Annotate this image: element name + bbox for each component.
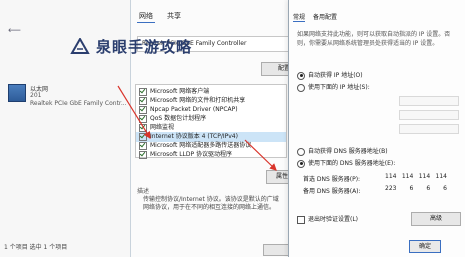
connection-items-list: Microsoft 网络客户端 Microsoft 网络的文件和打印机共享 Np… (135, 84, 287, 160)
checkbox-icon[interactable] (139, 96, 147, 105)
ip-address-field[interactable] (399, 96, 459, 106)
tab-sharing[interactable]: 共享 (165, 10, 183, 23)
ipv4-intro-text: 如果网络支持此功能，则可以获取自动指派的 IP 设置。否则，你需要从网络系统管理… (297, 31, 451, 47)
back-arrow-icon[interactable]: ⟵ (8, 26, 21, 36)
preferred-dns-label: 首选 DNS 服务器(P): (303, 176, 361, 183)
checkbox-icon[interactable] (139, 132, 147, 141)
validate-on-exit-checkbox[interactable]: 退出时验证设置(L) (297, 214, 358, 224)
network-adapter-icon[interactable] (8, 84, 26, 102)
ipv4-tabs: 常规 备用配置 (293, 12, 337, 22)
default-gateway-field[interactable] (399, 124, 459, 134)
properties-tabs: 网络 共享 (137, 10, 183, 23)
ok-button[interactable]: 确定 (409, 240, 441, 253)
auto-dns-radio[interactable]: 自动获得 DNS 服务器地址(B) (297, 146, 388, 156)
checkbox-icon[interactable] (139, 114, 147, 123)
radio-selected-icon[interactable] (297, 71, 305, 80)
checkbox-icon[interactable] (139, 123, 147, 132)
status-bar: 1 个项目 选中 1 个项目 (4, 244, 68, 251)
preferred-dns-field[interactable]: 114 114 114 114 (385, 173, 447, 182)
subnet-mask-field[interactable] (399, 110, 459, 120)
advanced-button[interactable]: 高级 (411, 212, 461, 226)
radio-selected-icon[interactable] (297, 159, 305, 168)
adapter-description: Realtek PCIe GbE Family Contr... (30, 100, 127, 107)
checkbox-icon[interactable] (139, 150, 147, 159)
description-text: 传输控制协议/Internet 协议。该协议是默认的广域网络协议，用于在不同的相… (143, 196, 279, 211)
checkbox-icon[interactable] (139, 105, 147, 114)
radio-icon[interactable] (297, 83, 305, 92)
alternate-dns-field[interactable]: 223 6 6 6 (385, 185, 447, 194)
description-label: 描述 (137, 188, 150, 195)
tab-general[interactable]: 常规 (293, 12, 306, 22)
alternate-dns-label: 备用 DNS 服务器(A): (303, 188, 361, 195)
checkbox-icon[interactable] (297, 215, 305, 224)
watermark-logo-icon (70, 38, 90, 54)
manual-dns-radio[interactable]: 使用下面的 DNS 服务器地址(E): (297, 158, 395, 168)
tab-alternate-config[interactable]: 备用配置 (313, 12, 337, 22)
manual-ip-radio[interactable]: 使用下面的 IP 地址(S): (297, 82, 370, 92)
ipv4-properties-dialog: 常规 备用配置 如果网络支持此功能，则可以获取自动指派的 IP 设置。否则，你需… (288, 0, 465, 257)
checkbox-icon[interactable] (139, 87, 147, 96)
list-item[interactable]: Microsoft LLDP 协议驱动程序 (136, 150, 286, 160)
adapter-status: 201 (30, 92, 42, 99)
radio-icon[interactable] (297, 147, 305, 156)
tab-network[interactable]: 网络 (137, 10, 155, 23)
checkbox-icon[interactable] (139, 141, 147, 150)
auto-ip-radio[interactable]: 自动获得 IP 地址(O) (297, 70, 363, 80)
watermark-text: 泉眼手游攻略 (96, 38, 193, 56)
